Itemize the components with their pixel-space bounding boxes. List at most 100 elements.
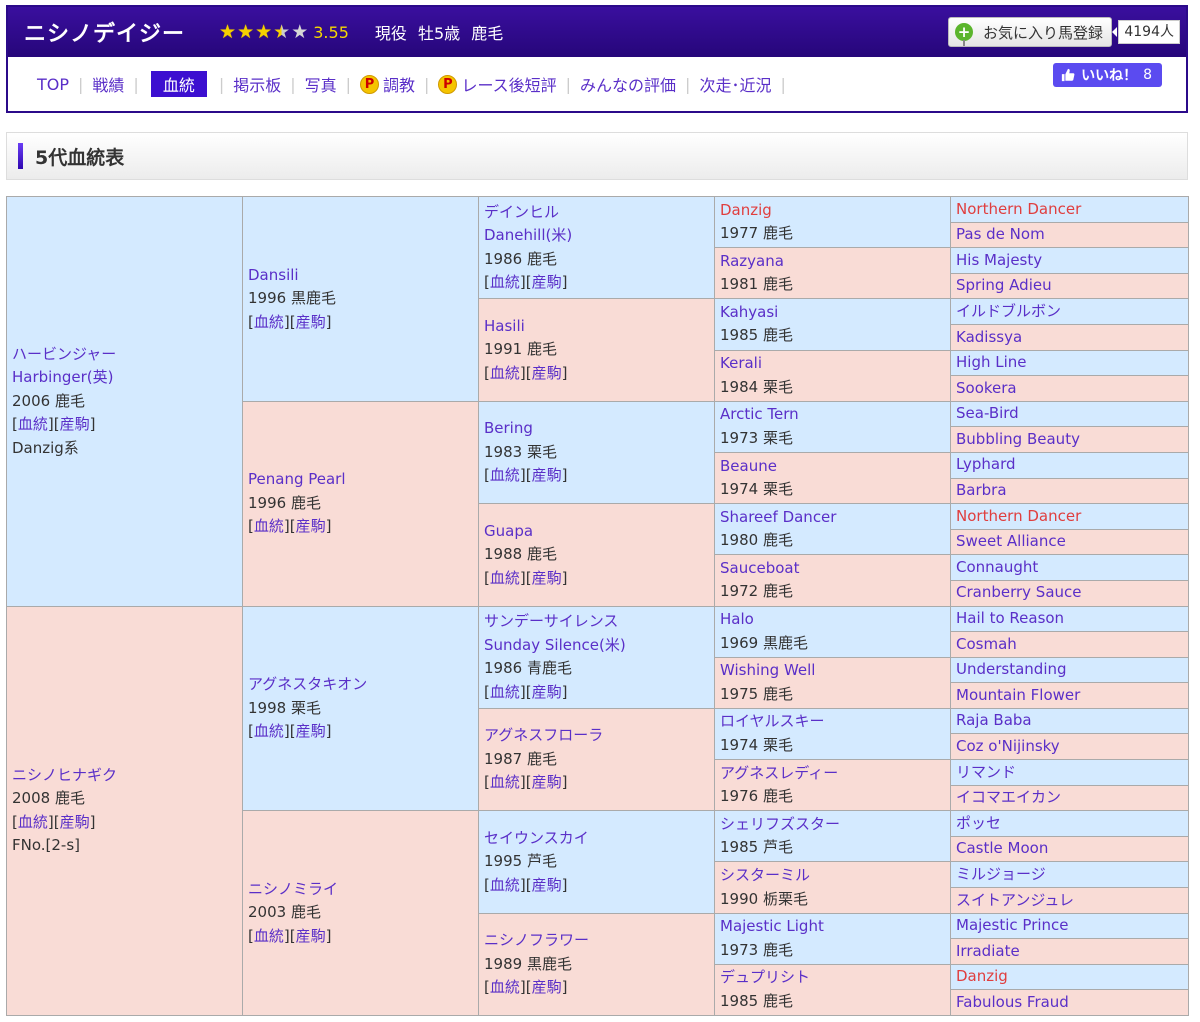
horse-link[interactable]: Cosmah bbox=[956, 633, 1183, 657]
pedigree-link[interactable]: 血統 bbox=[254, 517, 284, 535]
pedigree-link[interactable]: 血統 bbox=[490, 876, 520, 894]
horse-link[interactable]: Guapa bbox=[484, 520, 709, 544]
horse-link[interactable]: Danzig bbox=[720, 199, 945, 223]
horse-link[interactable]: Hail to Reason bbox=[956, 607, 1183, 631]
horse-link[interactable]: アグネスタキオン bbox=[248, 673, 473, 697]
horse-link[interactable]: Penang Pearl bbox=[248, 468, 473, 492]
horse-link[interactable]: セイウンスカイ bbox=[484, 827, 709, 851]
horse-link[interactable]: Majestic Light bbox=[720, 915, 945, 939]
pedigree-link[interactable]: 血統 bbox=[18, 415, 48, 433]
offspring-link[interactable]: 産駒 bbox=[532, 773, 562, 791]
horse-link[interactable]: ロイヤルスキー bbox=[720, 710, 945, 734]
horse-link[interactable]: スイトアンジュレ bbox=[956, 889, 1183, 913]
pedigree-link[interactable]: 血統 bbox=[490, 773, 520, 791]
horse-link[interactable]: ニシノミライ bbox=[248, 878, 473, 902]
nav-tab[interactable]: P レース後短評 bbox=[429, 72, 565, 96]
horse-link[interactable]: Razyana bbox=[720, 250, 945, 274]
horse-link[interactable]: リマンド bbox=[956, 761, 1183, 785]
offspring-link[interactable]: 産駒 bbox=[296, 722, 326, 740]
pedigree-link[interactable]: 血統 bbox=[490, 569, 520, 587]
pedigree-link[interactable]: 血統 bbox=[490, 364, 520, 382]
like-button[interactable]: いいね！ 8 bbox=[1053, 63, 1162, 87]
horse-link[interactable]: Bering bbox=[484, 417, 709, 441]
horse-link[interactable]: Wishing Well bbox=[720, 659, 945, 683]
horse-link[interactable]: Majestic Prince bbox=[956, 914, 1183, 938]
horse-link[interactable]: Lyphard bbox=[956, 453, 1183, 477]
offspring-link[interactable]: 産駒 bbox=[532, 978, 562, 996]
horse-link[interactable]: Danzig bbox=[956, 965, 1183, 989]
horse-link[interactable]: Kahyasi bbox=[720, 301, 945, 325]
nav-tab[interactable]: 次走･近況 bbox=[690, 72, 780, 96]
nav-tab[interactable]: 写真 bbox=[296, 72, 346, 96]
horse-link[interactable]: Pas de Nom bbox=[956, 223, 1183, 247]
horse-link[interactable]: ハービンジャー bbox=[12, 343, 237, 367]
horse-link[interactable]: シェリフズスター bbox=[720, 813, 945, 837]
horse-link[interactable]: Barbra bbox=[956, 479, 1183, 503]
horse-link[interactable]: Sauceboat bbox=[720, 557, 945, 581]
horse-link[interactable]: アグネスレディー bbox=[720, 762, 945, 786]
horse-link[interactable]: Northern Dancer bbox=[956, 198, 1183, 222]
horse-link[interactable]: Fabulous Fraud bbox=[956, 991, 1183, 1015]
nav-tab[interactable]: 掲示板 bbox=[224, 72, 290, 96]
horse-link[interactable]: Connaught bbox=[956, 556, 1183, 580]
offspring-link[interactable]: 産駒 bbox=[532, 466, 562, 484]
offspring-link[interactable]: 産駒 bbox=[532, 683, 562, 701]
offspring-link[interactable]: 産駒 bbox=[532, 876, 562, 894]
horse-link[interactable]: デインヒル bbox=[484, 201, 709, 225]
horse-link[interactable]: Kerali bbox=[720, 352, 945, 376]
horse-link[interactable]: ミルジョージ bbox=[956, 863, 1183, 887]
horse-link[interactable]: イルドブルボン bbox=[956, 300, 1183, 324]
offspring-link[interactable]: 産駒 bbox=[532, 569, 562, 587]
pedigree-link[interactable]: 血統 bbox=[254, 927, 284, 945]
horse-link[interactable]: Castle Moon bbox=[956, 837, 1183, 861]
horse-link[interactable]: ニシノフラワー bbox=[484, 929, 709, 953]
offspring-link[interactable]: 産駒 bbox=[296, 927, 326, 945]
horse-link[interactable]: High Line bbox=[956, 351, 1183, 375]
horse-link[interactable]: ポッセ bbox=[956, 812, 1183, 836]
nav-tab[interactable]: P 調教 bbox=[351, 72, 424, 96]
offspring-link[interactable]: 産駒 bbox=[60, 813, 90, 831]
horse-link[interactable]: Kadissya bbox=[956, 326, 1183, 350]
horse-link[interactable]: Sweet Alliance bbox=[956, 530, 1183, 554]
horse-link[interactable]: サンデーサイレンス bbox=[484, 610, 709, 634]
horse-link[interactable]: Bubbling Beauty bbox=[956, 428, 1183, 452]
horse-link[interactable]: Understanding bbox=[956, 658, 1183, 682]
offspring-link[interactable]: 産駒 bbox=[296, 313, 326, 331]
offspring-link[interactable]: 産駒 bbox=[532, 273, 562, 291]
nav-tab[interactable]: TOP bbox=[28, 75, 78, 94]
horse-link[interactable]: イコマエイカン bbox=[956, 786, 1183, 810]
horse-link[interactable]: Shareef Dancer bbox=[720, 506, 945, 530]
pedigree-link[interactable]: 血統 bbox=[254, 722, 284, 740]
horse-link[interactable]: Beaune bbox=[720, 455, 945, 479]
horse-link[interactable]: Sookera bbox=[956, 377, 1183, 401]
horse-link[interactable]: ニシノヒナギク bbox=[12, 764, 237, 788]
horse-link[interactable]: シスターミル bbox=[720, 864, 945, 888]
add-favorite-button[interactable]: + お気に入り馬登録 bbox=[947, 17, 1112, 47]
offspring-link[interactable]: 産駒 bbox=[532, 364, 562, 382]
horse-link[interactable]: Hasili bbox=[484, 315, 709, 339]
horse-link[interactable]: Irradiate bbox=[956, 940, 1183, 964]
horse-link[interactable]: His Majesty bbox=[956, 249, 1183, 273]
pedigree-link[interactable]: 血統 bbox=[18, 813, 48, 831]
horse-link[interactable]: Northern Dancer bbox=[956, 505, 1183, 529]
nav-tab[interactable]: 戦績 bbox=[83, 72, 133, 96]
horse-link[interactable]: Mountain Flower bbox=[956, 684, 1183, 708]
pedigree-link[interactable]: 血統 bbox=[490, 273, 520, 291]
horse-link-en[interactable]: Danehill(米) bbox=[484, 224, 709, 248]
nav-tab[interactable]: みんなの評価 bbox=[571, 72, 685, 96]
horse-link[interactable]: アグネスフローラ bbox=[484, 724, 709, 748]
pedigree-link[interactable]: 血統 bbox=[490, 466, 520, 484]
horse-link[interactable]: Cranberry Sauce bbox=[956, 581, 1183, 605]
horse-link[interactable]: Raja Baba bbox=[956, 709, 1183, 733]
horse-link[interactable]: Spring Adieu bbox=[956, 274, 1183, 298]
horse-link-en[interactable]: Sunday Silence(米) bbox=[484, 634, 709, 658]
horse-link[interactable]: Halo bbox=[720, 608, 945, 632]
horse-link[interactable]: Arctic Tern bbox=[720, 403, 945, 427]
offspring-link[interactable]: 産駒 bbox=[296, 517, 326, 535]
horse-link[interactable]: Coz o'Nijinsky bbox=[956, 735, 1183, 759]
horse-link-en[interactable]: Harbinger(英) bbox=[12, 366, 237, 390]
pedigree-link[interactable]: 血統 bbox=[490, 978, 520, 996]
pedigree-link[interactable]: 血統 bbox=[254, 313, 284, 331]
horse-link[interactable]: デュプリシト bbox=[720, 966, 945, 990]
pedigree-link[interactable]: 血統 bbox=[490, 683, 520, 701]
